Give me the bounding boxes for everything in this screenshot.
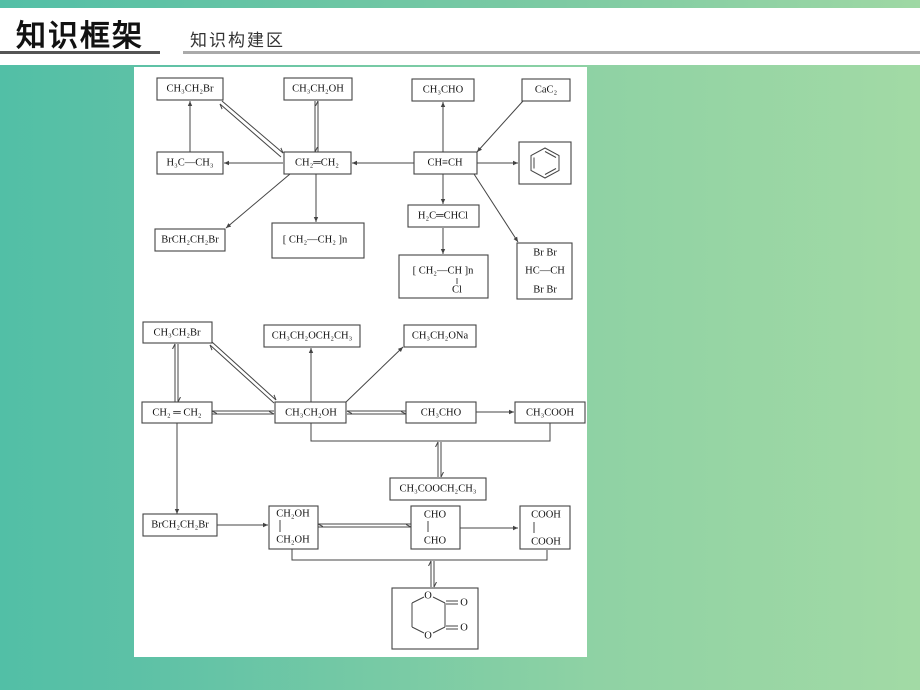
edge-ethanol-to-ethoxide [344, 346, 404, 404]
label2-glyoxal-top: CHO [424, 509, 447, 520]
node2-oxalic-acid: COOH COOH [519, 505, 571, 550]
node-ethanol: CH₃CH₂OH [283, 77, 353, 101]
edge-ethanol-bromoethane-b [211, 341, 276, 401]
node-tetrabromoethane: Br Br HC—CH Br Br [516, 242, 573, 300]
edge-ethylene-to-bromoethane-b [220, 103, 282, 158]
label2-sodium-ethoxide: CH₃CH₂ONa [412, 330, 469, 341]
node2-ethanol: CH₃CH₂OH [274, 401, 347, 424]
node-calcium-carbide: CaC₂ [521, 78, 571, 102]
label2-oxalic-top: COOH [531, 509, 561, 520]
node2-bromoethane: CH₃CH₂Br [142, 321, 213, 344]
reaction-diagram: CH₃CH₂Br CH₃CH₂OH CH₃CHO CaC₂ H₃C—CH₃ CH… [141, 77, 586, 650]
subtitle-underline [183, 51, 920, 54]
label-tetrabromo-mid: HC—CH [525, 265, 565, 276]
node-ethane: H₃C—CH₃ [156, 151, 224, 175]
label2-ethylene: CH₂ ═ CH₂ [152, 407, 202, 418]
label-tetrabromo-bot: Br Br [533, 284, 557, 295]
diagram-2: CH₃CH₂Br CH₃CH₂OCH₂CH₃ CH₃CH₂ONa CH₂ ═ C… [141, 321, 586, 650]
node-benzene [518, 141, 572, 185]
diagram-panel: CH₃CH₂Br CH₃CH₂OH CH₃CHO CaC₂ H₃C—CH₃ CH… [134, 67, 587, 657]
page-subtitle: 知识构建区 [190, 31, 285, 51]
label-tetrabromo-top: Br Br [533, 247, 557, 258]
label-ethane: H₃C—CH₃ [167, 157, 214, 168]
node2-ethylene-glycol: CH₂OH CH₂OH [268, 505, 319, 550]
label2-glycol-top: CH₂OH [276, 508, 310, 519]
label-ethylene: CH₂═CH₂ [295, 157, 339, 168]
node-acetaldehyde: CH₃CHO [411, 78, 475, 102]
node2-ether: CH₃CH₂OCH₂CH₃ [263, 324, 361, 348]
title-underline [0, 51, 160, 54]
node-polyethylene: [ CH₂—CH₂ ]n [271, 222, 365, 259]
node2-glyoxal: CHO CHO [410, 505, 461, 550]
label2-carbonyl-oxygen-bottom: O [460, 622, 468, 633]
label-dibromoethane: BrCH₂CH₂Br [161, 234, 219, 245]
label-pvc-substituent: Cl [452, 284, 462, 295]
label-vinyl-chloride: H₂C═CHCl [418, 210, 468, 221]
label-acetylene: CH≡CH [427, 157, 463, 168]
edge-acetylene-to-tetrabromoethane [473, 173, 519, 243]
page-title: 知识框架 [16, 19, 144, 54]
label2-ring-oxygen-top: O [424, 590, 432, 601]
node2-dibromoethane: BrCH₂CH₂Br [142, 513, 218, 537]
label2-oxalic-bot: COOH [531, 536, 561, 547]
node-bromoethane: CH₃CH₂Br [156, 77, 224, 101]
node-vinyl-chloride: H₂C═CHCl [407, 204, 480, 228]
node2-cyclic-oxalate: O O O O [391, 587, 479, 650]
label-polyethylene: [ CH₂—CH₂ ]n [283, 234, 348, 245]
node2-ethylene: CH₂ ═ CH₂ [141, 401, 213, 424]
edge-ethanol-bromoethane-a [210, 344, 275, 404]
label-pvc: [ CH₂—CH ]n [413, 265, 475, 276]
edge-ethylene-to-bromoethane-a [221, 100, 283, 154]
top-accent-bar [0, 0, 920, 8]
label2-carbonyl-oxygen-top: O [460, 597, 468, 608]
label2-glycol-bot: CH₂OH [276, 534, 310, 545]
label-acetaldehyde: CH₃CHO [423, 84, 464, 95]
label-bromoethane: CH₃CH₂Br [167, 83, 214, 94]
node2-sodium-ethoxide: CH₃CH₂ONa [403, 324, 477, 348]
node-dibromoethane: BrCH₂CH₂Br [154, 228, 226, 252]
label2-ethanol: CH₃CH₂OH [285, 407, 337, 418]
label2-ether: CH₃CH₂OCH₂CH₃ [272, 330, 353, 341]
label2-ethyl-acetate: CH₃COOCH₂CH₃ [400, 483, 477, 494]
label2-dibromoethane: BrCH₂CH₂Br [151, 519, 209, 530]
label-ethanol: CH₃CH₂OH [292, 83, 344, 94]
label2-acetic-acid: CH₃COOH [526, 407, 574, 418]
node-ethylene: CH₂═CH₂ [283, 151, 352, 175]
node-pvc: [ CH₂—CH ]n Cl [398, 254, 489, 299]
edge-ethylene-to-dibromoethane [225, 173, 291, 229]
edge-cac2-to-acetylene [476, 100, 524, 153]
node2-ethyl-acetate: CH₃COOCH₂CH₃ [389, 477, 487, 501]
diagram-1: CH₃CH₂Br CH₃CH₂OH CH₃CHO CaC₂ H₃C—CH₃ CH… [154, 77, 573, 300]
header: 知识框架 知识构建区 [0, 8, 920, 54]
label2-bromoethane: CH₃CH₂Br [154, 327, 201, 338]
label2-acetaldehyde: CH₃CHO [421, 407, 462, 418]
connector-ethanol-aceticacid [310, 423, 551, 442]
connector-glycol-oxalic [291, 549, 548, 561]
node2-acetaldehyde: CH₃CHO [405, 401, 477, 424]
node2-acetic-acid: CH₃COOH [514, 401, 586, 424]
node-acetylene: CH≡CH [413, 151, 478, 175]
label-calcium-carbide: CaC₂ [535, 84, 558, 95]
label2-ring-oxygen-bottom: O [424, 630, 432, 641]
label2-glyoxal-bot: CHO [424, 535, 447, 546]
